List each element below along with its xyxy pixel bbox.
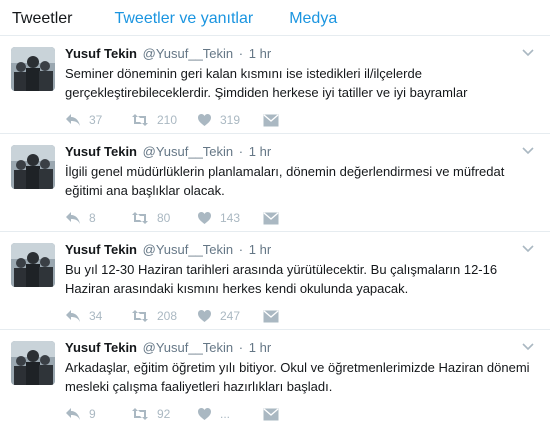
retweet-count: 92 [157, 407, 171, 421]
separator: · [238, 144, 244, 159]
avatar[interactable] [11, 145, 55, 189]
tweet[interactable]: Yusuf Tekin @Yusuf__Tekin · 1 hr Arkadaş… [0, 331, 550, 428]
envelope-icon[interactable] [263, 309, 279, 323]
author-name[interactable]: Yusuf Tekin [65, 144, 137, 159]
reply-count: 8 [89, 211, 96, 225]
author-name[interactable]: Yusuf Tekin [65, 242, 137, 257]
like-button[interactable]: 247 [197, 309, 263, 323]
reply-button[interactable]: 8 [65, 211, 131, 225]
retweet-button[interactable]: 80 [131, 211, 197, 225]
author-name[interactable]: Yusuf Tekin [65, 340, 137, 355]
separator: · [238, 46, 244, 61]
retweet-icon [132, 310, 148, 322]
reply-count: 34 [89, 309, 103, 323]
reply-icon [66, 408, 80, 420]
tweet-header: Yusuf Tekin @Yusuf__Tekin · 1 hr [65, 45, 271, 63]
tweet[interactable]: Yusuf Tekin @Yusuf__Tekin · 1 hr Bu yıl … [0, 233, 550, 330]
heart-icon [198, 114, 211, 126]
like-button[interactable]: 143 [197, 211, 263, 225]
separator: · [238, 340, 244, 355]
retweet-count: 208 [157, 309, 178, 323]
tab-tweets-and-replies[interactable]: Tweetler ve yanıtlar [114, 0, 253, 28]
reply-button[interactable]: 37 [65, 113, 131, 127]
separator: · [238, 242, 244, 257]
like-count: 319 [220, 113, 241, 127]
avatar[interactable] [11, 341, 55, 385]
tweet[interactable]: Yusuf Tekin @Yusuf__Tekin · 1 hr Seminer… [0, 37, 550, 134]
tweet-text: Seminer döneminin geri kalan kısmını ise… [65, 66, 468, 100]
author-handle[interactable]: @Yusuf__Tekin [143, 46, 234, 61]
heart-icon [198, 212, 211, 224]
tweet-text: Arkadaşlar, eğitim öğretim yılı bitiyor.… [65, 360, 530, 394]
retweet-count: 210 [157, 113, 178, 127]
retweet-button[interactable]: 210 [131, 113, 197, 127]
retweet-button[interactable]: 208 [131, 309, 197, 323]
timestamp[interactable]: 1 hr [249, 144, 271, 159]
retweet-button[interactable]: 92 [131, 407, 197, 421]
retweet-icon [132, 408, 148, 420]
reply-button[interactable]: 34 [65, 309, 131, 323]
reply-count: 9 [89, 407, 96, 421]
like-count: 143 [220, 211, 241, 225]
timestamp[interactable]: 1 hr [249, 340, 271, 355]
tweet-header: Yusuf Tekin @Yusuf__Tekin · 1 hr [65, 339, 271, 357]
tweet-actions: 8 80 143 [65, 209, 279, 227]
tweet-text: Bu yıl 12-30 Haziran tarihleri arasında … [65, 262, 498, 296]
author-handle[interactable]: @Yusuf__Tekin [143, 340, 234, 355]
tweet[interactable]: Yusuf Tekin @Yusuf__Tekin · 1 hr İlgili … [0, 135, 550, 232]
timestamp[interactable]: 1 hr [249, 46, 271, 61]
chevron-down-icon[interactable] [521, 339, 535, 353]
tab-media[interactable]: Medya [289, 0, 337, 28]
envelope-icon[interactable] [263, 407, 279, 421]
tweet-actions: 9 92 ... [65, 405, 279, 423]
chevron-down-icon[interactable] [521, 241, 535, 255]
avatar[interactable] [11, 47, 55, 91]
profile-tabs: Tweetler Tweetler ve yanıtlar Medya [0, 0, 550, 36]
like-button[interactable]: 319 [197, 113, 263, 127]
like-count: ... [220, 407, 231, 421]
chevron-down-icon[interactable] [521, 143, 535, 157]
timestamp[interactable]: 1 hr [249, 242, 271, 257]
retweet-icon [132, 114, 148, 126]
tweet-actions: 34 208 247 [65, 307, 279, 325]
envelope-icon[interactable] [263, 113, 279, 127]
reply-count: 37 [89, 113, 103, 127]
author-handle[interactable]: @Yusuf__Tekin [143, 242, 234, 257]
reply-icon [66, 114, 80, 126]
reply-icon [66, 212, 80, 224]
like-button[interactable]: ... [197, 407, 263, 421]
tweet-header: Yusuf Tekin @Yusuf__Tekin · 1 hr [65, 241, 271, 259]
tweet-actions: 37 210 319 [65, 111, 279, 129]
retweet-count: 80 [157, 211, 171, 225]
tweet-header: Yusuf Tekin @Yusuf__Tekin · 1 hr [65, 143, 271, 161]
chevron-down-icon[interactable] [521, 45, 535, 59]
like-count: 247 [220, 309, 241, 323]
avatar[interactable] [11, 243, 55, 287]
heart-icon [198, 310, 211, 322]
envelope-icon[interactable] [263, 211, 279, 225]
retweet-icon [132, 212, 148, 224]
author-handle[interactable]: @Yusuf__Tekin [143, 144, 234, 159]
author-name[interactable]: Yusuf Tekin [65, 46, 137, 61]
reply-icon [66, 310, 80, 322]
tab-tweets[interactable]: Tweetler [12, 0, 72, 28]
heart-icon [198, 408, 211, 420]
tweet-text: İlgili genel müdürlüklerin planlamaları,… [65, 164, 505, 198]
reply-button[interactable]: 9 [65, 407, 131, 421]
